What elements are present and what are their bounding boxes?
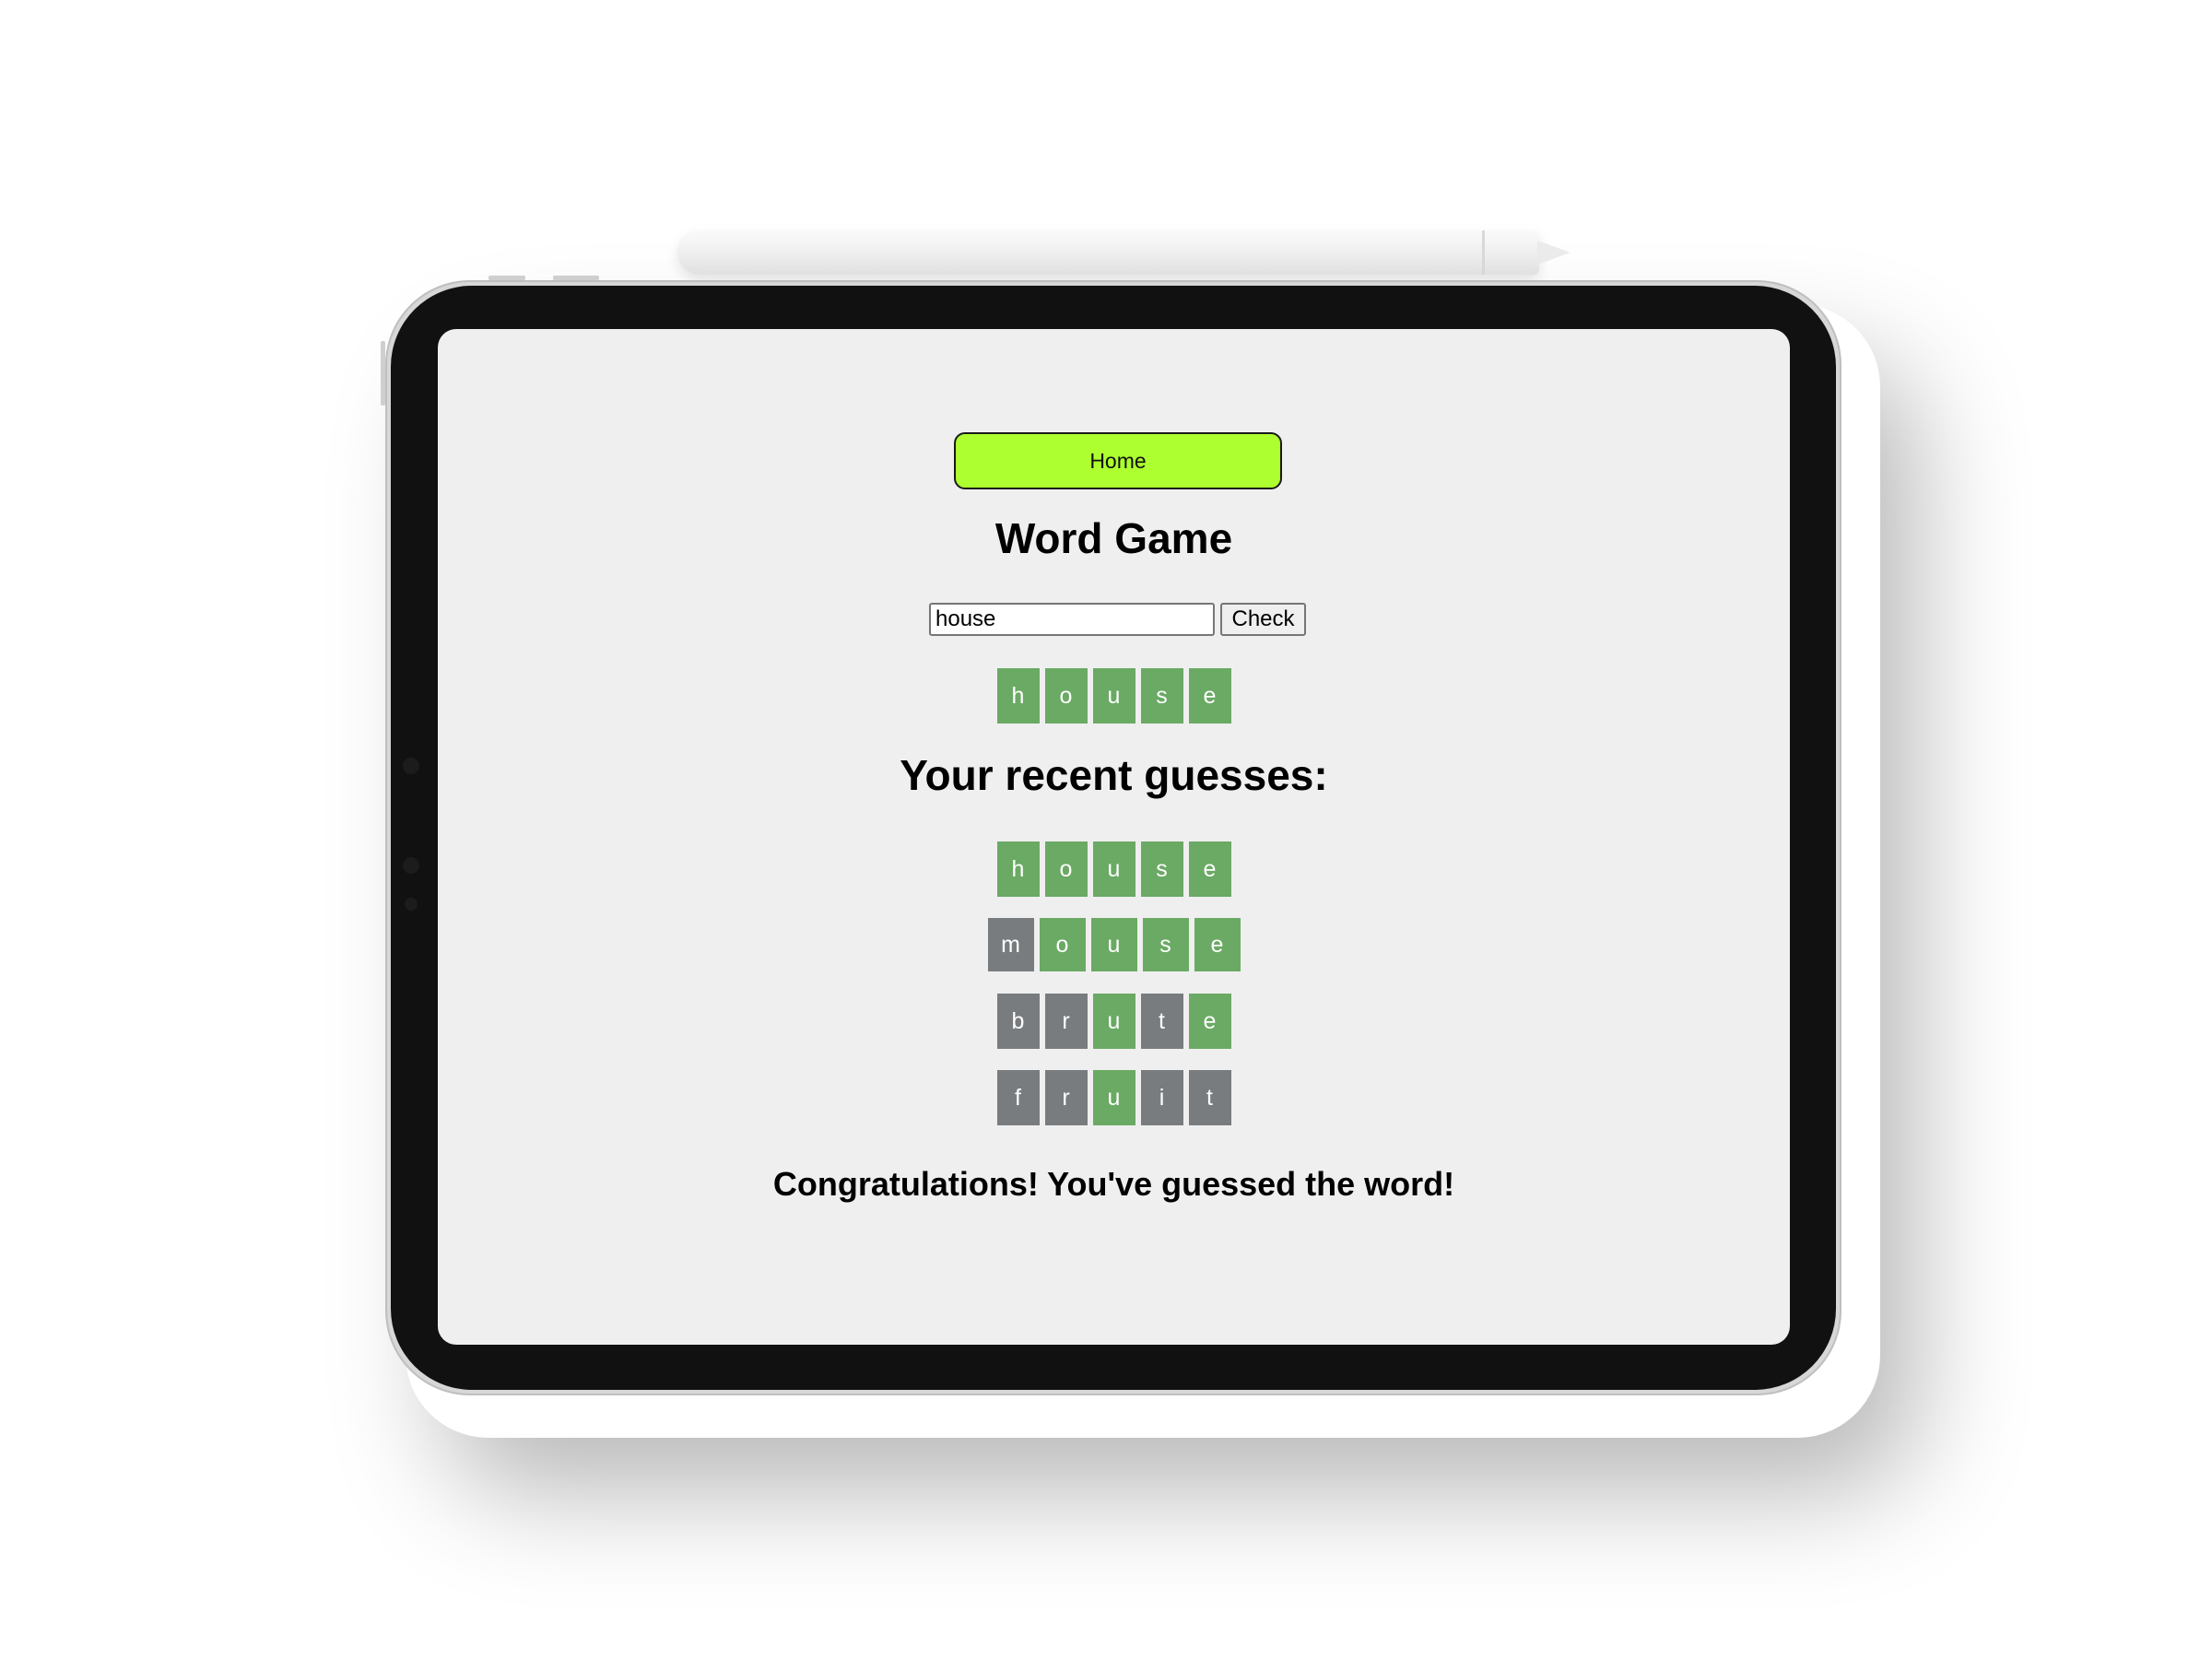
product-mockup-stage: Home Word Game Check h o u s e Your rece… [0, 0, 2212, 1659]
volume-button [381, 341, 385, 406]
top-button [553, 276, 599, 280]
stylus-band [1482, 230, 1485, 275]
letter-tile: e [1188, 994, 1231, 1049]
stylus-tip [1537, 241, 1571, 265]
success-message: Congratulations! You've guessed the word… [772, 1165, 1455, 1203]
letter-tile: m [987, 918, 1034, 971]
letter-tile: s [1140, 668, 1183, 724]
camera-icon [403, 758, 419, 774]
letter-tile: f [996, 1070, 1040, 1125]
letter-tile: r [1044, 994, 1088, 1049]
letter-tile: s [1142, 918, 1189, 971]
letter-tile: i [1140, 1070, 1183, 1125]
tablet-screen: Home Word Game Check h o u s e Your rece… [438, 329, 1790, 1345]
page-title: Word Game [994, 514, 1233, 562]
letter-tile: r [1044, 1070, 1088, 1125]
home-button[interactable]: Home [954, 432, 1282, 489]
letter-tile: o [1039, 918, 1086, 971]
camera-icon [405, 898, 418, 911]
letter-tile: t [1140, 994, 1183, 1049]
letter-tile: e [1188, 668, 1231, 724]
letter-tile: u [1092, 668, 1135, 724]
recent-guess-row: m o u s e [438, 918, 1790, 971]
letter-tile: u [1090, 918, 1137, 971]
top-button [488, 276, 525, 280]
letter-tile: o [1044, 668, 1088, 724]
letter-tile: e [1194, 918, 1241, 971]
letter-tile: h [996, 841, 1040, 897]
current-guess-row: h o u s e [438, 668, 1790, 724]
letter-tile: u [1092, 994, 1135, 1049]
letter-tile: e [1188, 841, 1231, 897]
guess-input[interactable] [929, 603, 1215, 636]
letter-tile: u [1092, 841, 1135, 897]
letter-tile: b [996, 994, 1040, 1049]
check-button[interactable]: Check [1220, 603, 1306, 636]
letter-tile: o [1044, 841, 1088, 897]
recent-guess-row: f r u i t [438, 1070, 1790, 1125]
stylus-pencil [677, 230, 1539, 275]
recent-guess-row: h o u s e [438, 841, 1790, 897]
recent-guess-row: b r u t e [438, 994, 1790, 1049]
letter-tile: u [1092, 1070, 1135, 1125]
letter-tile: h [996, 668, 1040, 724]
camera-icon [403, 857, 419, 874]
letter-tile: s [1140, 841, 1183, 897]
recent-guesses-heading: Your recent guesses: [900, 751, 1328, 799]
letter-tile: t [1188, 1070, 1231, 1125]
